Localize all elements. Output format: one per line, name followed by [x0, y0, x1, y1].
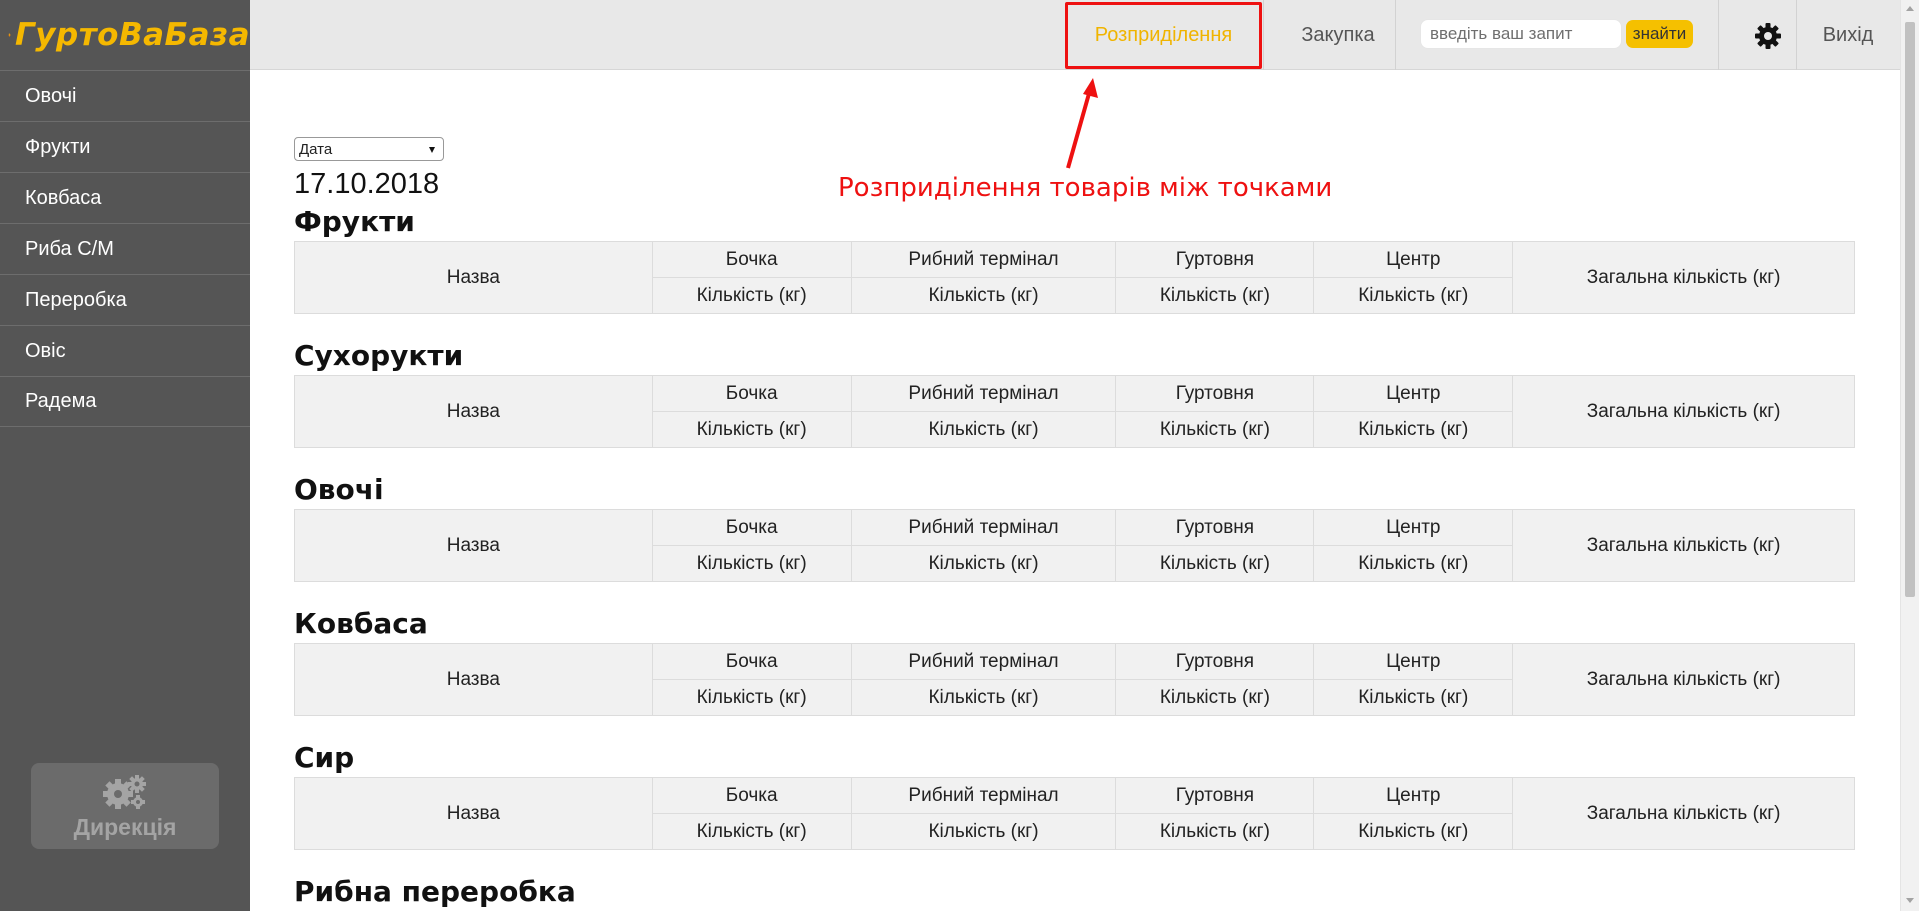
column-total: Загальна кількість (кг): [1512, 643, 1855, 716]
column-location: Бочка: [651, 241, 852, 278]
column-quantity: Кількість (кг): [1115, 411, 1315, 448]
logo-icon: [8, 33, 11, 37]
selected-date: 17.10.2018: [294, 168, 440, 200]
sidebar-item-radema[interactable]: Радема: [0, 376, 250, 427]
column-name: Назва: [294, 509, 653, 582]
distribution-table: Назва Бочка Рибний термінал Гуртовня Цен…: [294, 643, 1855, 716]
section-title: Ковбаса: [294, 607, 428, 640]
sidebar-item-ovis[interactable]: Овіс: [0, 325, 250, 376]
date-select-label: Дата: [299, 140, 333, 158]
column-quantity: Кількість (кг): [651, 277, 852, 314]
date-select[interactable]: Дата: [294, 137, 444, 161]
distribution-table: Назва Бочка Рибний термінал Гуртовня Цен…: [294, 777, 1855, 850]
column-location: Центр: [1313, 643, 1514, 680]
column-quantity: Кількість (кг): [1313, 411, 1514, 448]
sidebar-item-vegetables[interactable]: Овочі: [0, 70, 250, 121]
distribution-table: Назва Бочка Рибний термінал Гуртовня Цен…: [294, 241, 1855, 314]
search-button[interactable]: знайти: [1626, 20, 1693, 48]
distribution-table: Назва Бочка Рибний термінал Гуртовня Цен…: [294, 375, 1855, 448]
column-location: Гуртовня: [1115, 241, 1315, 278]
section-title: Рибна переробка: [294, 875, 576, 908]
scrollbar-thumb[interactable]: [1905, 22, 1915, 597]
section-title: Фрукти: [294, 205, 415, 238]
column-name: Назва: [294, 241, 653, 314]
column-location: Гуртовня: [1115, 643, 1315, 680]
column-name: Назва: [294, 643, 653, 716]
column-location: Центр: [1313, 777, 1514, 814]
section-title: Сухорукти: [294, 339, 464, 372]
column-quantity: Кількість (кг): [1115, 813, 1315, 850]
column-quantity: Кількість (кг): [850, 545, 1117, 582]
column-quantity: Кількість (кг): [651, 679, 852, 716]
column-location: Центр: [1313, 375, 1514, 412]
sidebar-item-processing[interactable]: Переробка: [0, 274, 250, 325]
nav-purchase[interactable]: Закупка: [1263, 0, 1413, 70]
column-quantity: Кількість (кг): [1313, 679, 1514, 716]
annotation-arrow-icon: [1066, 78, 1098, 169]
column-location: Рибний термінал: [850, 241, 1117, 278]
search-input[interactable]: [1420, 19, 1622, 49]
column-location: Рибний термінал: [850, 509, 1117, 546]
column-location: Рибний термінал: [850, 777, 1117, 814]
gears-icon: [103, 774, 146, 809]
logo[interactable]: ГуртоВаБаза: [0, 0, 250, 70]
column-quantity: Кількість (кг): [1313, 545, 1514, 582]
column-location: Гуртовня: [1115, 509, 1315, 546]
column-total: Загальна кількість (кг): [1512, 241, 1855, 314]
column-quantity: Кількість (кг): [1115, 545, 1315, 582]
direction-button-label: Дирекція: [73, 813, 177, 840]
column-total: Загальна кількість (кг): [1512, 375, 1855, 448]
column-location: Бочка: [651, 375, 852, 412]
column-location: Рибний термінал: [850, 375, 1117, 412]
scroll-down-icon[interactable]: [1906, 898, 1914, 903]
sidebar: ГуртоВаБаза Овочі Фрукти Ковбаса Риба С/…: [0, 0, 250, 911]
scroll-up-icon[interactable]: [1906, 6, 1914, 11]
column-quantity: Кількість (кг): [850, 679, 1117, 716]
column-quantity: Кількість (кг): [850, 411, 1117, 448]
column-quantity: Кількість (кг): [1313, 813, 1514, 850]
direction-button[interactable]: Дирекція: [31, 763, 219, 849]
column-location: Центр: [1313, 509, 1514, 546]
annotation-text: Розприділення товарів між точками: [838, 173, 1333, 203]
column-quantity: Кількість (кг): [651, 813, 852, 850]
column-quantity: Кількість (кг): [651, 411, 852, 448]
column-quantity: Кількість (кг): [1115, 679, 1315, 716]
annotation-highlight-box: [1065, 2, 1262, 69]
column-location: Бочка: [651, 509, 852, 546]
header-divider: [1718, 0, 1719, 70]
column-name: Назва: [294, 375, 653, 448]
column-quantity: Кількість (кг): [1313, 277, 1514, 314]
caret-down-icon: [429, 147, 435, 153]
header-divider: [1395, 0, 1396, 70]
column-location: Бочка: [651, 777, 852, 814]
distribution-table: Назва Бочка Рибний термінал Гуртовня Цен…: [294, 509, 1855, 582]
column-quantity: Кількість (кг): [850, 813, 1117, 850]
section-title: Овочі: [294, 473, 384, 506]
logout-link[interactable]: Вихід: [1796, 0, 1900, 70]
gear-icon[interactable]: [1751, 19, 1785, 53]
sidebar-item-sausage[interactable]: Ковбаса: [0, 172, 250, 223]
page-scrollbar[interactable]: [1900, 0, 1919, 911]
top-header: Розприділення Закупка знайти Вихід: [250, 0, 1900, 70]
column-name: Назва: [294, 777, 653, 850]
column-location: Гуртовня: [1115, 777, 1315, 814]
column-location: Гуртовня: [1115, 375, 1315, 412]
sidebar-item-fruits[interactable]: Фрукти: [0, 121, 250, 172]
sidebar-item-fish[interactable]: Риба С/М: [0, 223, 250, 274]
column-location: Рибний термінал: [850, 643, 1117, 680]
column-location: Бочка: [651, 643, 852, 680]
column-total: Загальна кількість (кг): [1512, 509, 1855, 582]
logo-text: ГуртоВаБаза: [15, 17, 250, 53]
column-quantity: Кількість (кг): [651, 545, 852, 582]
column-quantity: Кількість (кг): [850, 277, 1117, 314]
column-quantity: Кількість (кг): [1115, 277, 1315, 314]
column-location: Центр: [1313, 241, 1514, 278]
section-title: Сир: [294, 741, 355, 774]
column-total: Загальна кількість (кг): [1512, 777, 1855, 850]
